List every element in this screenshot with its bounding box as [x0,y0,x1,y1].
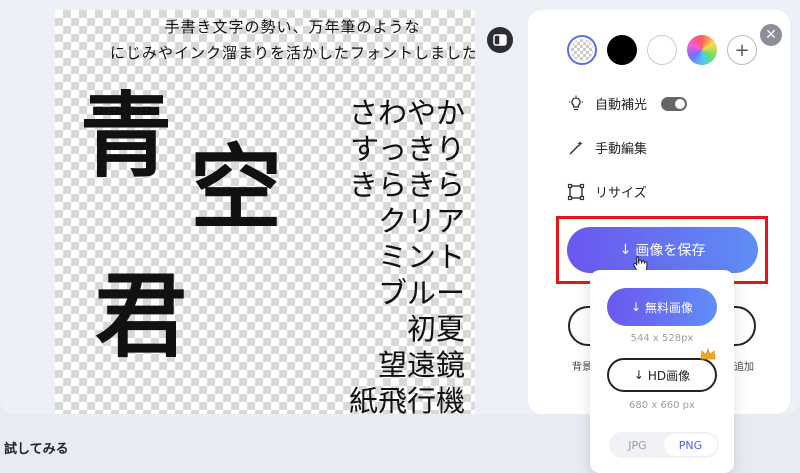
word-item: すっきり [350,132,465,166]
word-item: 初夏 [406,312,465,346]
swatch-black[interactable] [607,35,637,65]
hd-image-size: 680 x 660 px [629,400,695,411]
resize-icon [567,183,585,200]
word-item: ミント [377,240,465,274]
big-char-3: 君 [95,262,188,370]
try-it-heading: 試してみる [4,442,69,457]
compare-icon [493,34,507,46]
add-button-label: 追加 [734,362,754,373]
resize-label: リサイズ [595,186,647,201]
canvas-subtitle-line2: にじみやインク溜まりを活かしたフォントしました [110,44,475,62]
compare-toggle-button[interactable] [487,27,513,53]
transparent-icon [571,39,593,61]
plus-icon: + [734,39,750,61]
crown-icon [700,348,716,360]
word-item: 望遠鏡 [377,348,465,382]
image-preview-canvas: 手書き文字の勢い、万年筆のような にじみやインク溜まりを活かしたフォントしました… [55,10,475,414]
format-png-option[interactable]: PNG [664,434,717,456]
canvas-subtitle-line1: 手書き文字の勢い、万年筆のような [164,18,421,36]
big-char-1: 青 [80,82,173,190]
big-char-2: 空 [190,134,283,242]
download-arrow-icon: ↓ [633,368,644,382]
free-image-button[interactable]: ↓ 無料画像 [607,288,717,326]
auto-enhance-row: 自動補光 [567,94,688,113]
background-button-label: 背景 [572,362,592,373]
close-icon: ✕ [765,27,777,43]
free-image-size: 544 x 528px [630,333,694,344]
auto-enhance-label: 自動補光 [595,98,648,113]
free-image-label: 無料画像 [645,300,694,315]
add-swatch-button[interactable]: + [727,35,757,65]
format-selector: JPG PNG [609,432,719,458]
word-item: きらきら [348,168,465,202]
manual-edit-row[interactable]: 手動編集 [567,138,647,157]
resize-row[interactable]: リサイズ [567,182,647,201]
hd-image-label: HD画像 [647,368,691,383]
swatch-white[interactable] [647,35,677,65]
word-list: さわやか すっきり きらきら クリア ミント ブルー 初夏 望遠鏡 紙飛行機 [285,95,465,414]
format-jpg-option[interactable]: JPG [611,434,664,456]
word-item: クリア [377,204,465,238]
manual-edit-label: 手動編集 [595,142,648,157]
magic-wand-icon [569,140,583,155]
word-item: さわやか [348,96,465,130]
word-item: 紙飛行機 [348,384,465,414]
swatch-rainbow[interactable] [687,35,717,65]
word-item: ブルー [377,276,465,310]
hd-image-button[interactable]: ↓ HD画像 [607,358,717,392]
auto-enhance-toggle[interactable] [661,96,688,111]
close-button[interactable]: ✕ [760,24,782,46]
download-arrow-icon: ↓ [630,300,642,314]
lightbulb-icon [569,95,583,110]
swatch-transparent[interactable] [567,35,597,65]
